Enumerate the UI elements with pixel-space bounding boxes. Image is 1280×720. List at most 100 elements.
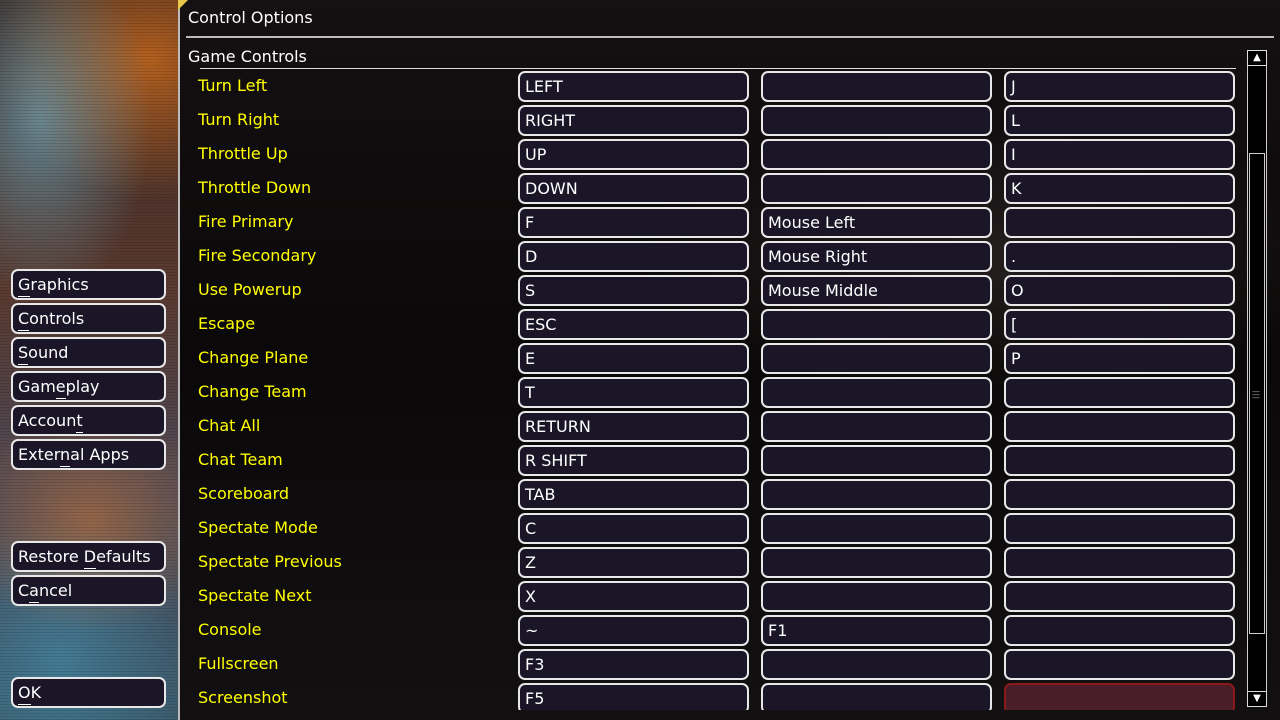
control-label: Turn Left (198, 76, 268, 95)
triangle-down-icon: ▼ (1253, 693, 1261, 704)
key-binding-field[interactable] (1004, 649, 1235, 680)
key-binding-field[interactable] (1004, 207, 1235, 238)
key-binding-field[interactable]: S (518, 275, 749, 306)
grip-icon: — — — (1252, 387, 1260, 402)
control-label: Chat All (198, 416, 261, 435)
mnemonic-underline (18, 330, 30, 331)
key-binding-field[interactable]: O (1004, 275, 1235, 306)
control-label: Turn Right (198, 110, 280, 129)
key-binding-field[interactable]: Mouse Left (761, 207, 992, 238)
sidebar-item-gameplay[interactable]: Gameplay (11, 371, 166, 402)
window-title: Control Options (188, 8, 313, 27)
sidebar-item-external-apps[interactable]: External Apps (11, 439, 166, 470)
key-binding-field[interactable] (761, 343, 992, 374)
key-binding-field[interactable]: RETURN (518, 411, 749, 442)
key-binding-field[interactable] (1004, 547, 1235, 578)
key-binding-field[interactable]: R SHIFT (518, 445, 749, 476)
key-binding-field[interactable]: D (518, 241, 749, 272)
key-binding-field[interactable]: Z (518, 547, 749, 578)
key-binding-field[interactable] (761, 683, 992, 710)
key-binding-field[interactable]: L (1004, 105, 1235, 136)
key-binding-field[interactable]: TAB (518, 479, 749, 510)
mnemonic-underline (55, 398, 66, 399)
key-binding-field[interactable] (761, 139, 992, 170)
button-label: External Apps (18, 443, 129, 467)
key-binding-field[interactable]: F5 (518, 683, 749, 710)
key-binding-field[interactable] (761, 309, 992, 340)
key-binding-field[interactable]: ~ (518, 615, 749, 646)
ok-button[interactable]: OK (11, 677, 166, 708)
key-binding-field[interactable]: T (518, 377, 749, 408)
control-label: Fire Primary (198, 212, 294, 231)
key-binding-field[interactable] (761, 513, 992, 544)
mnemonic-underline (60, 466, 71, 467)
key-binding-field[interactable] (1004, 411, 1235, 442)
cancel-button[interactable]: Cancel (11, 575, 166, 606)
key-binding-field[interactable]: F3 (518, 649, 749, 680)
key-binding-field[interactable] (761, 581, 992, 612)
key-binding-field[interactable]: RIGHT (518, 105, 749, 136)
key-binding-field[interactable] (761, 445, 992, 476)
control-label: Console (198, 620, 262, 639)
key-binding-field[interactable] (761, 173, 992, 204)
key-binding-field[interactable] (761, 377, 992, 408)
key-binding-field[interactable]: Mouse Middle (761, 275, 992, 306)
key-binding-field[interactable] (761, 479, 992, 510)
key-binding-field[interactable] (1004, 513, 1235, 544)
control-label: Fullscreen (198, 654, 279, 673)
key-binding-field[interactable]: ESC (518, 309, 749, 340)
key-binding-field[interactable] (1004, 479, 1235, 510)
key-binding-field[interactable] (761, 547, 992, 578)
key-binding-field[interactable]: [ (1004, 309, 1235, 340)
mnemonic-underline (18, 364, 29, 365)
key-binding-field[interactable]: Mouse Right (761, 241, 992, 272)
restore-defaults-button[interactable]: Restore Defaults (11, 541, 166, 572)
control-label: Spectate Next (198, 586, 312, 605)
mnemonic-underline (18, 296, 31, 297)
button-label: Account (18, 409, 83, 433)
key-binding-field[interactable]: K (1004, 173, 1235, 204)
key-binding-field[interactable] (761, 105, 992, 136)
key-binding-field[interactable]: C (518, 513, 749, 544)
scroll-down-button[interactable]: ▼ (1247, 691, 1267, 707)
key-binding-field[interactable]: . (1004, 241, 1235, 272)
button-label: OK (18, 681, 41, 705)
key-binding-field[interactable]: I (1004, 139, 1235, 170)
key-binding-field[interactable]: LEFT (518, 71, 749, 102)
mnemonic-underline (83, 568, 97, 569)
key-binding-field[interactable] (1004, 445, 1235, 476)
scroll-up-button[interactable]: ▲ (1247, 50, 1267, 66)
sidebar-item-controls[interactable]: Controls (11, 303, 166, 334)
divider (186, 36, 1274, 38)
key-binding-field[interactable]: E (518, 343, 749, 374)
key-binding-field[interactable]: DOWN (518, 173, 749, 204)
key-binding-field[interactable] (1004, 581, 1235, 612)
button-label: Graphics (18, 273, 89, 297)
control-label: Change Team (198, 382, 307, 401)
key-binding-field[interactable]: UP (518, 139, 749, 170)
key-binding-field[interactable]: P (1004, 343, 1235, 374)
key-binding-field[interactable] (1004, 615, 1235, 646)
control-label: Spectate Mode (198, 518, 318, 537)
button-label: Restore Defaults (18, 545, 151, 569)
control-label: Change Plane (198, 348, 309, 367)
corner-accent (178, 0, 188, 10)
sidebar-item-graphics[interactable]: Graphics (11, 269, 166, 300)
section-title: Game Controls (188, 47, 307, 66)
control-label: Chat Team (198, 450, 283, 469)
key-binding-field[interactable]: J (1004, 71, 1235, 102)
control-label: Scoreboard (198, 484, 290, 503)
key-binding-field[interactable] (761, 649, 992, 680)
mnemonic-underline (18, 704, 31, 705)
key-binding-field[interactable] (761, 411, 992, 442)
key-binding-field[interactable]: F (518, 207, 749, 238)
key-binding-field[interactable] (1004, 377, 1235, 408)
key-binding-field[interactable]: F1 (761, 615, 992, 646)
sidebar-item-sound[interactable]: Sound (11, 337, 166, 368)
control-label: Fire Secondary (198, 246, 317, 265)
key-binding-field[interactable] (761, 71, 992, 102)
key-binding-field[interactable]: X (518, 581, 749, 612)
control-label: Spectate Previous (198, 552, 342, 571)
key-binding-field[interactable] (1004, 683, 1235, 710)
sidebar-item-account[interactable]: Account (11, 405, 166, 436)
